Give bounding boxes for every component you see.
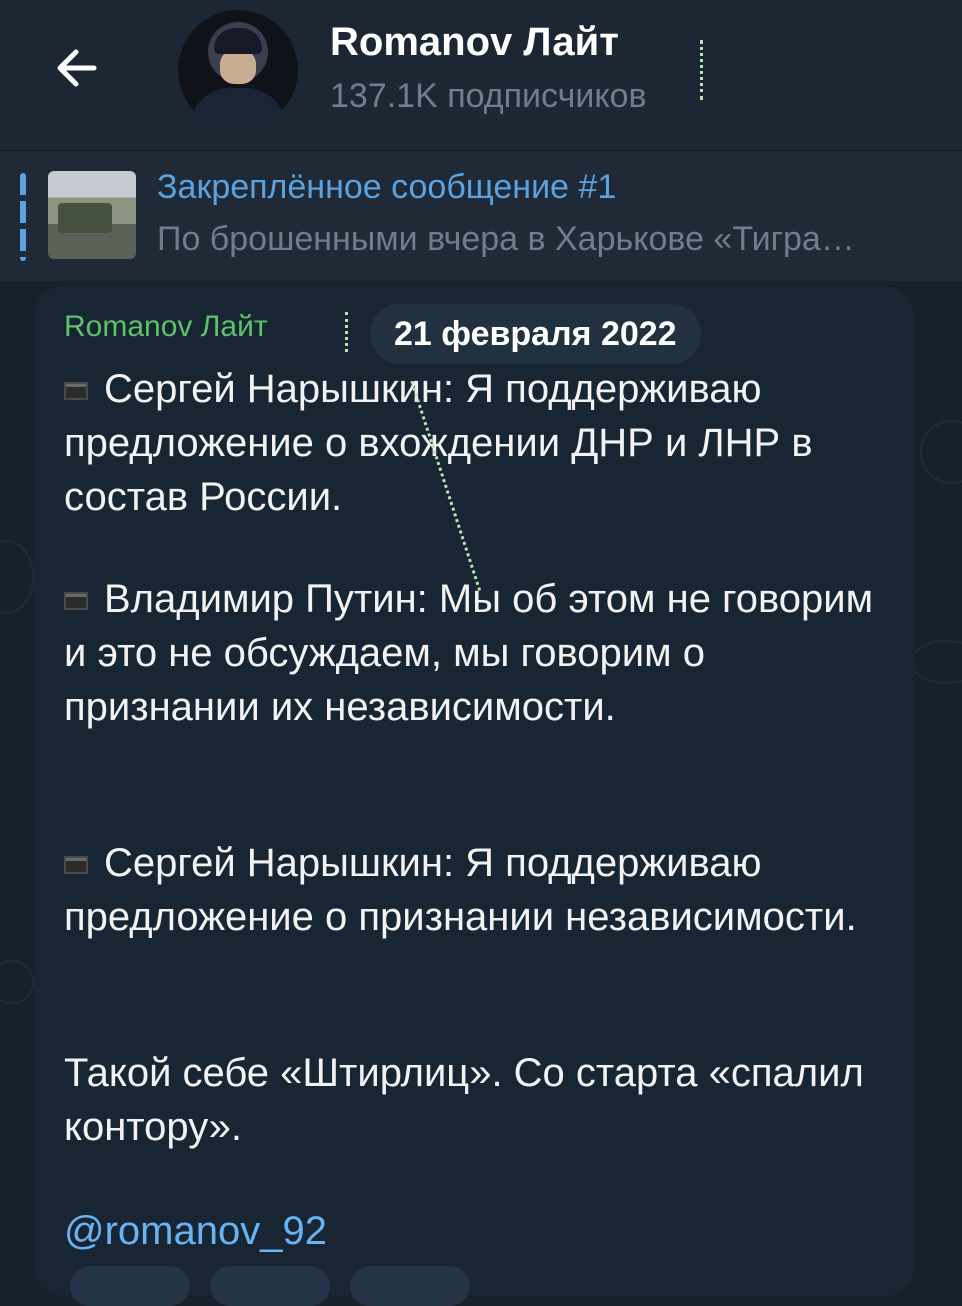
message-paragraph: Владимир Путин: Мы об этом не говорим и … bbox=[64, 577, 874, 729]
pinned-title[interactable]: Закреплённое сообщение #1 bbox=[157, 168, 616, 207]
message-paragraph: Сергей Нарышкин: Я поддерживаю предложен… bbox=[64, 367, 813, 519]
pinned-preview[interactable]: По брошенными вчера в Харькове «Тигра… bbox=[157, 220, 957, 259]
message-sender[interactable]: Romanov Лайт bbox=[64, 310, 268, 344]
chat-header: Romanov Лайт 137.1K подписчиков bbox=[0, 0, 962, 150]
message-paragraph: Сергей Нарышкин: Я поддерживаю предложен… bbox=[64, 841, 857, 939]
background-doodle bbox=[0, 540, 34, 614]
pin-indicator bbox=[20, 173, 26, 261]
black-square-icon bbox=[64, 856, 88, 875]
background-doodle bbox=[0, 960, 34, 1004]
back-button[interactable] bbox=[40, 30, 116, 106]
doodle-squiggle bbox=[700, 40, 711, 100]
pin-thumbnail bbox=[48, 171, 136, 259]
channel-avatar[interactable] bbox=[178, 10, 298, 130]
background-doodle bbox=[910, 640, 962, 684]
subscriber-count: 137.1K подписчиков bbox=[330, 77, 647, 115]
doodle-squiggle bbox=[345, 312, 356, 352]
black-square-icon bbox=[64, 592, 88, 611]
reaction-chip[interactable] bbox=[210, 1266, 330, 1306]
message-link-paragraph: @romanov_92 bbox=[64, 1204, 884, 1258]
date-badge: 21 февраля 2022 bbox=[370, 304, 701, 364]
back-arrow-icon bbox=[57, 49, 97, 87]
black-square-icon bbox=[64, 382, 88, 401]
message-paragraph: Такой себе «Штирлиц». Со старта «спалил … bbox=[64, 1051, 864, 1149]
background-doodle bbox=[920, 420, 962, 484]
reaction-chip[interactable] bbox=[70, 1266, 190, 1306]
channel-title[interactable]: Romanov Лайт bbox=[330, 20, 619, 65]
channel-link[interactable]: @romanov_92 bbox=[64, 1209, 327, 1253]
reaction-chip[interactable] bbox=[350, 1266, 470, 1306]
